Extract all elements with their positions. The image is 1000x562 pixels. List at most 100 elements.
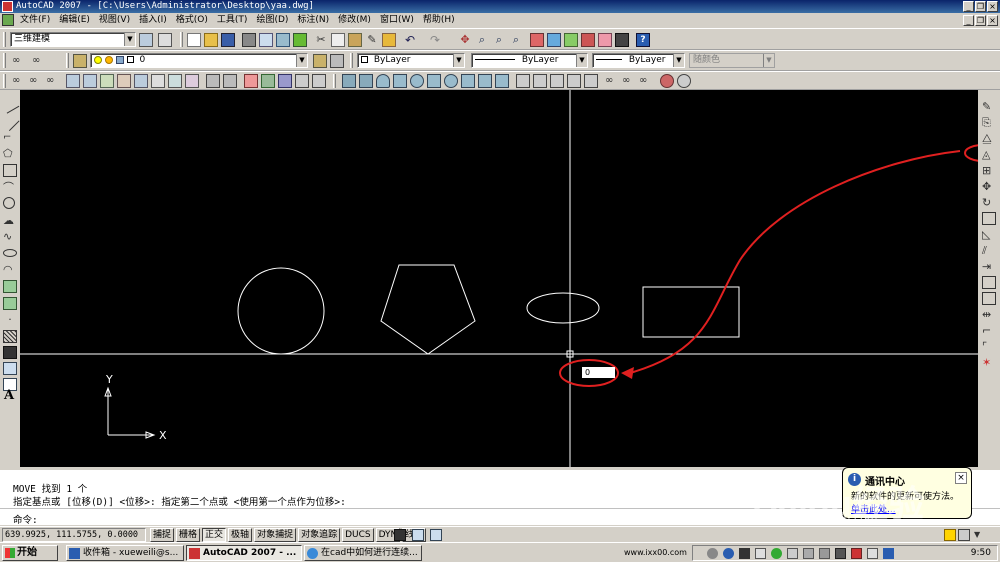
insert-block-icon[interactable]	[3, 280, 17, 293]
join-icon[interactable]: ⇹	[982, 308, 996, 321]
print-preview-icon[interactable]	[259, 33, 273, 47]
doc-minimize-button[interactable]: _	[963, 15, 974, 26]
orbit-icon[interactable]: ∞	[46, 74, 60, 88]
ucs-icon[interactable]	[295, 74, 309, 88]
communication-center-icon[interactable]	[944, 529, 956, 541]
menu-format[interactable]: 格式(O)	[176, 13, 208, 27]
sphere-solid-icon[interactable]	[410, 74, 424, 88]
chevron-down-icon[interactable]: ▼	[124, 33, 135, 46]
ellipse-tool-icon[interactable]	[3, 249, 17, 257]
toolbar-grip[interactable]	[350, 53, 353, 68]
cut-icon[interactable]: ✂	[314, 33, 328, 47]
polar-toggle[interactable]: 极轴	[228, 528, 253, 542]
view-icon[interactable]	[185, 74, 199, 88]
layer-combo[interactable]: 0 ▼	[90, 53, 308, 68]
move-icon[interactable]: ✥	[982, 180, 996, 193]
ucs-icon[interactable]	[244, 74, 258, 88]
make-block-icon[interactable]	[3, 297, 17, 310]
menu-insert[interactable]: 插入(I)	[139, 13, 167, 27]
union-icon[interactable]	[516, 74, 530, 88]
constrain-icon[interactable]: ∞	[12, 54, 26, 68]
multiline-text-icon[interactable]: A	[4, 388, 14, 403]
snap-toggle[interactable]: 捕捉	[150, 528, 175, 542]
help-icon[interactable]: ?	[636, 33, 650, 47]
cone-solid-icon[interactable]	[376, 74, 390, 88]
workspace-settings-icon[interactable]	[139, 33, 153, 47]
zoom-window-icon[interactable]: ⌕	[492, 33, 506, 47]
drawing-canvas[interactable]: Y X 0	[20, 90, 978, 467]
redo-icon[interactable]: ↷	[428, 33, 442, 47]
new-file-icon[interactable]	[187, 33, 201, 47]
camera-icon[interactable]	[677, 74, 691, 88]
view-icon[interactable]	[168, 74, 182, 88]
view-icon[interactable]	[100, 74, 114, 88]
tray-icon[interactable]	[755, 548, 766, 559]
menu-file[interactable]: 文件(F)	[20, 13, 50, 27]
design-center-icon[interactable]	[547, 33, 561, 47]
circle-tool-icon[interactable]	[3, 197, 15, 209]
model-space-icon[interactable]	[394, 529, 406, 541]
scale-icon[interactable]	[982, 212, 996, 225]
hatch-tool-icon[interactable]	[3, 330, 17, 343]
mirror-icon[interactable]: ⧋	[982, 132, 996, 145]
chevron-down-icon[interactable]: ▼	[673, 54, 684, 67]
zoom-realtime-icon[interactable]: ⌕	[475, 33, 489, 47]
osnap-toggle[interactable]: 对象捕捉	[254, 528, 297, 542]
pan-icon[interactable]: ✥	[458, 33, 472, 47]
tool-palettes-icon[interactable]	[564, 33, 578, 47]
array-icon[interactable]: ⊞	[982, 164, 996, 177]
toolbar-grip[interactable]	[66, 53, 69, 68]
document-icon[interactable]	[2, 14, 14, 26]
chevron-down-icon[interactable]: ▼	[576, 54, 587, 67]
viewport-icon[interactable]	[412, 529, 424, 541]
tray-icon[interactable]	[707, 548, 718, 559]
break-at-point-icon[interactable]	[982, 276, 996, 289]
menu-draw[interactable]: 绘图(D)	[256, 13, 288, 27]
polysolid-icon[interactable]	[461, 74, 475, 88]
orbit-icon[interactable]: ∞	[605, 74, 619, 88]
doc-close-button[interactable]: ×	[987, 15, 998, 26]
circle-shape[interactable]	[237, 267, 325, 355]
revolve-icon[interactable]	[495, 74, 509, 88]
ellipse-shape[interactable]	[526, 292, 600, 324]
intersect-icon[interactable]	[550, 74, 564, 88]
markup-icon[interactable]	[598, 33, 612, 47]
view-icon[interactable]	[66, 74, 80, 88]
polygon-tool-icon[interactable]: ⬠	[3, 147, 17, 160]
gradient-tool-icon[interactable]	[3, 346, 17, 359]
orbit-icon[interactable]: ∞	[12, 74, 26, 88]
revision-cloud-icon[interactable]: ☁	[3, 214, 17, 227]
ellipse-arc-icon[interactable]: ◠	[3, 263, 17, 276]
wedge-solid-icon[interactable]	[359, 74, 373, 88]
stretch-icon[interactable]: ◺	[982, 228, 996, 241]
construction-line-icon[interactable]	[0, 111, 20, 132]
rectangle-shape[interactable]	[642, 286, 740, 338]
menu-view[interactable]: 视图(V)	[99, 13, 130, 27]
paste-icon[interactable]	[348, 33, 362, 47]
volume-icon[interactable]	[739, 548, 750, 559]
layer-previous-icon[interactable]	[330, 54, 344, 68]
rotate-icon[interactable]: ↻	[982, 196, 996, 209]
offset-icon[interactable]: ◬	[982, 148, 996, 161]
box-solid-icon[interactable]	[342, 74, 356, 88]
ortho-toggle[interactable]: 正交	[202, 528, 227, 542]
ducs-toggle[interactable]: DUCS	[342, 528, 374, 542]
network-icon[interactable]	[867, 548, 878, 559]
menu-dimension[interactable]: 标注(N)	[297, 13, 329, 27]
otrack-toggle[interactable]: 对象追踪	[298, 528, 341, 542]
trim-icon[interactable]: ⫽	[982, 244, 996, 257]
restore-button[interactable]: ❐	[975, 1, 986, 12]
chevron-down-icon[interactable]: ▼	[763, 54, 774, 67]
erase-icon[interactable]: ✎	[982, 100, 996, 113]
torus-solid-icon[interactable]	[444, 74, 458, 88]
taskbar-item-autocad[interactable]: AutoCAD 2007 - ...	[186, 545, 302, 561]
menu-help[interactable]: 帮助(H)	[423, 13, 455, 27]
doc-restore-button[interactable]: ❐	[975, 15, 986, 26]
workspace-icon[interactable]	[158, 33, 172, 47]
lock-icon[interactable]	[115, 55, 124, 64]
3d-rotate-icon[interactable]	[584, 74, 598, 88]
tray-icon[interactable]	[803, 548, 814, 559]
toolbar-grip[interactable]	[3, 32, 6, 47]
taskbar-item-outlook[interactable]: 收件箱 - xueweili@s...	[66, 545, 184, 561]
minimize-button[interactable]: _	[963, 1, 974, 12]
